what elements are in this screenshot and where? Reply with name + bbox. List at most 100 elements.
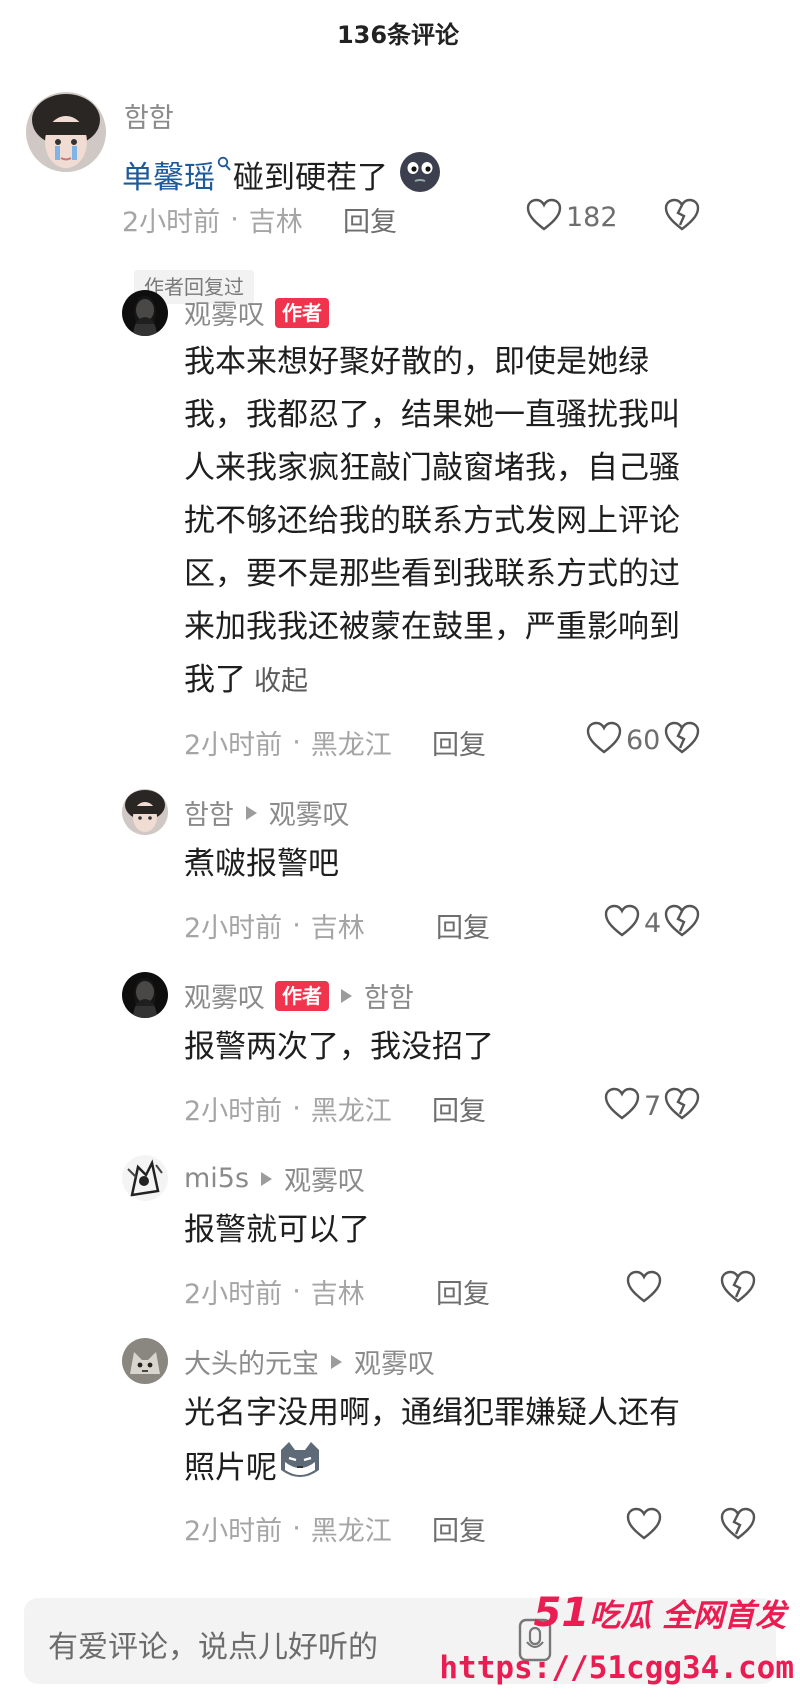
broken-heart-icon[interactable] — [720, 1507, 756, 1545]
reply-target[interactable]: 함함 — [364, 976, 414, 1015]
comment-line: 区，要不是那些看到我联系方式的过 — [184, 556, 680, 592]
username[interactable]: 함함 — [184, 793, 234, 832]
comment-meta: 2小时前 · 黑龙江 — [184, 723, 392, 762]
broken-heart-icon[interactable] — [664, 1087, 700, 1125]
reply-arrow-icon — [341, 988, 352, 1003]
reply-button[interactable]: 回复 — [436, 1272, 490, 1311]
comment-time: 2小时前 — [184, 1279, 283, 1310]
reply-target[interactable]: 观雾叹 — [284, 1159, 365, 1198]
username[interactable]: 함함 — [124, 96, 174, 135]
reply-arrow-icon — [245, 805, 257, 820]
watermark-url: https://51cgg34.com — [439, 1650, 794, 1686]
comment-text: 光名字没用啊，通缉犯罪嫌疑人还有 照片呢 — [184, 1387, 764, 1499]
comment-location: 吉林 — [310, 1279, 365, 1310]
avatar[interactable] — [122, 972, 168, 1018]
comment-meta: 2小时前 · 黑龙江 — [184, 1089, 392, 1128]
heart-icon[interactable] — [626, 1507, 662, 1545]
meta-separator: · — [230, 204, 239, 235]
heart-icon[interactable] — [604, 1087, 640, 1125]
meta-separator: · — [292, 727, 301, 758]
watermark: 51吃瓜 全网首发 https://51cgg34.com — [439, 1588, 800, 1700]
comment-meta: 2小时前 · 黑龙江 — [184, 1509, 392, 1548]
meta-separator: · — [292, 910, 301, 941]
cat-emoji-icon — [277, 1440, 323, 1499]
watermark-logo: 51吃瓜 全网首发 — [534, 1590, 786, 1636]
reply-button[interactable]: 回复 — [343, 200, 397, 239]
username[interactable]: 观雾叹 — [184, 293, 265, 332]
like-button[interactable]: 60 — [586, 721, 660, 759]
like-button[interactable] — [626, 1507, 666, 1545]
like-button[interactable]: 4 — [604, 904, 661, 942]
comment-time: 2小时前 — [122, 207, 221, 238]
emoji-icon — [398, 149, 442, 210]
comment-line: 照片呢 — [184, 1450, 277, 1486]
comment-body: 碰到硬茬了 — [233, 160, 388, 196]
comment-line-last: 我了 收起 — [184, 654, 744, 708]
collapse-link[interactable]: 收起 — [254, 666, 308, 697]
like-button[interactable]: 182 — [526, 198, 618, 236]
like-button[interactable]: 7 — [604, 1087, 661, 1125]
comment-text: 报警两次了，我没招了 — [184, 1021, 744, 1074]
comment-meta: 2小时前 · 吉林 — [184, 906, 365, 945]
comment-location: 吉林 — [310, 913, 365, 944]
broken-heart-icon[interactable] — [664, 721, 700, 759]
comments-header: 136条评论 — [0, 0, 800, 64]
reply-button[interactable]: 回复 — [432, 1509, 486, 1548]
meta-separator: · — [292, 1513, 301, 1544]
comment-time: 2小时前 — [184, 730, 283, 761]
reply-target[interactable]: 观雾叹 — [354, 1342, 435, 1381]
search-icon — [217, 136, 231, 189]
comment-input[interactable]: 有爱评论，说点儿好听的 — [48, 1622, 378, 1666]
username[interactable]: mi5s — [184, 1163, 249, 1194]
author-badge: 作者 — [275, 297, 329, 328]
comment-body: 报警两次了，我没招了 — [184, 1029, 494, 1065]
author-badge: 作者 — [275, 980, 329, 1011]
heart-icon[interactable] — [526, 198, 562, 236]
comment-body: 煮啵报警吧 — [184, 846, 339, 882]
broken-heart-icon[interactable] — [664, 904, 700, 942]
comment-line: 人来我家疯狂敲门敲窗堵我，自己骚 — [184, 450, 680, 486]
like-button[interactable] — [626, 1270, 666, 1308]
comment-location: 黑龙江 — [310, 1096, 392, 1127]
reply-button[interactable]: 回复 — [432, 1089, 486, 1128]
comment-line: 扰不够还给我的联系方式发网上评论 — [184, 503, 680, 539]
like-count: 60 — [626, 724, 661, 756]
heart-icon[interactable] — [586, 721, 622, 759]
comment-line: 我了 — [184, 662, 246, 698]
username[interactable]: 观雾叹 — [184, 976, 265, 1015]
reply-arrow-icon — [261, 1171, 273, 1186]
heart-icon[interactable] — [626, 1270, 662, 1308]
reply-button[interactable]: 回复 — [432, 723, 486, 762]
watermark-logo-number: 51 — [533, 1590, 590, 1636]
avatar[interactable] — [122, 1155, 168, 1201]
comment-line: 我，我都忍了，结果她一直骚扰我叫 — [184, 397, 680, 433]
comment-time: 2小时前 — [184, 1096, 283, 1127]
comment-location: 黑龙江 — [310, 730, 392, 761]
comment-location: 黑龙江 — [310, 1516, 392, 1547]
broken-heart-icon[interactable] — [664, 198, 700, 236]
reply-button[interactable]: 回复 — [436, 906, 490, 945]
comment-meta: 2小时前 · 吉林 — [184, 1272, 365, 1311]
comment-line: 光名字没用啊，通缉犯罪嫌疑人还有 — [184, 1395, 680, 1431]
watermark-logo-text: 吃瓜 全网首发 — [589, 1598, 786, 1634]
reply-arrow-icon — [331, 1354, 342, 1369]
comment-count-title: 136条评论 — [336, 20, 460, 49]
reply-target[interactable]: 观雾叹 — [269, 793, 350, 832]
avatar[interactable] — [26, 92, 106, 172]
comment-text: 报警就可以了 — [184, 1204, 744, 1257]
broken-heart-icon[interactable] — [720, 1270, 756, 1308]
username[interactable]: 大头的元宝 — [184, 1342, 319, 1381]
like-count: 4 — [644, 907, 662, 939]
avatar[interactable] — [122, 789, 168, 835]
comment-line: 来加我我还被蒙在鼓里，严重影响到 — [184, 609, 680, 645]
comment-location: 吉林 — [248, 207, 303, 238]
comment-line-last: 照片呢 — [184, 1440, 764, 1499]
mention-link[interactable]: 单馨瑶 — [122, 160, 215, 196]
heart-icon[interactable] — [604, 904, 640, 942]
avatar[interactable] — [122, 1338, 168, 1384]
avatar[interactable] — [122, 290, 168, 336]
like-count: 182 — [566, 201, 618, 233]
like-count: 7 — [644, 1090, 662, 1122]
comment-time: 2小时前 — [184, 1516, 283, 1547]
comment-line: 我本来想好聚好散的，即使是她绿 — [184, 344, 649, 380]
